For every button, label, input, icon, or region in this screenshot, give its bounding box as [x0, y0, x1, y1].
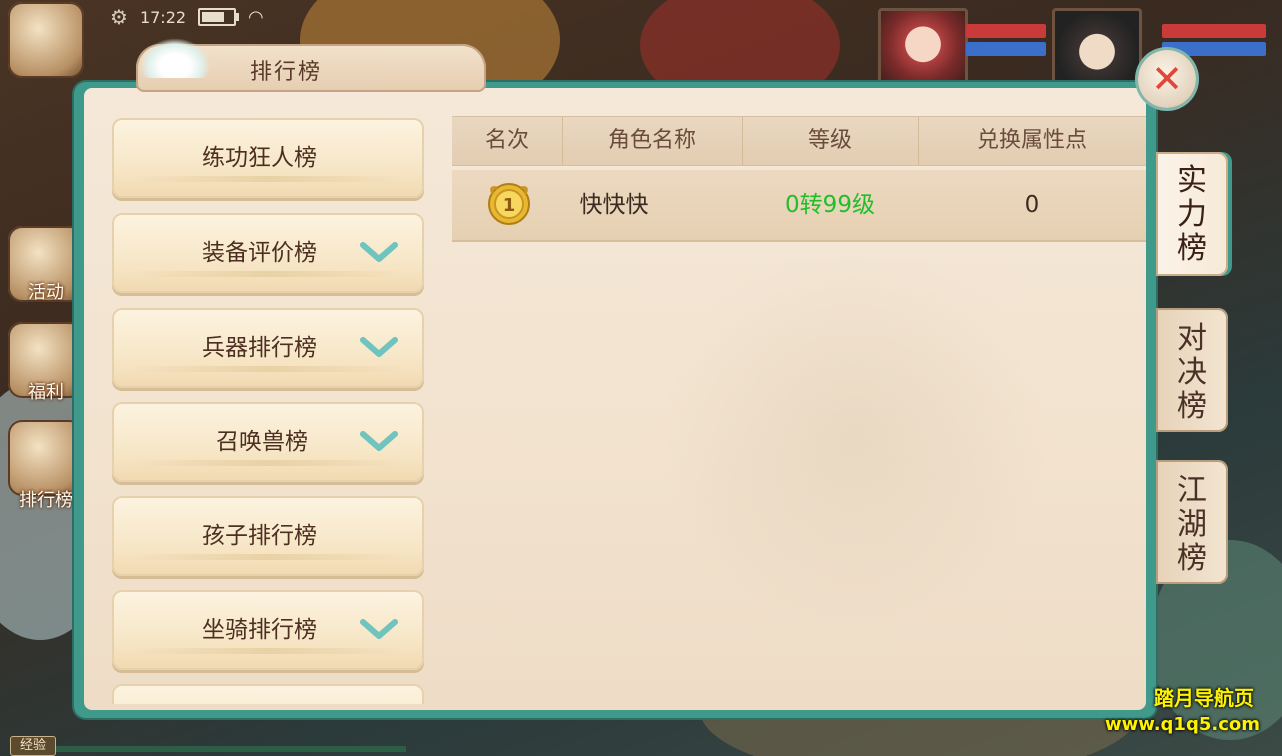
- tab-strength-ranking[interactable]: 实 力 榜: [1156, 152, 1228, 276]
- category-list[interactable]: 练功狂人榜 装备评价榜 兵器排行榜 召唤兽榜 孩子排行榜 坐骑排行榜: [112, 118, 426, 704]
- row-level: 0转99级: [785, 192, 875, 218]
- header-role-name: 角色名称: [607, 128, 696, 153]
- activity-label: 活动: [28, 282, 64, 303]
- watermark-name: 踏月导航页: [1154, 686, 1254, 710]
- tab-duel-ranking[interactable]: 对 决 榜: [1156, 308, 1228, 432]
- status-time: 17:22: [139, 7, 187, 27]
- wifi-icon: ◠: [248, 6, 264, 28]
- ranking-table-header: 名次 角色名称 等级 兑换属性点: [452, 116, 1146, 166]
- row-points: 0: [1024, 192, 1040, 218]
- player-hp-bar: [1162, 24, 1266, 38]
- tab-jianghu-label: 江 湖 榜: [1156, 474, 1228, 576]
- category-label: 兵器排行榜: [202, 335, 317, 361]
- watermark-url: www.q1q5.com: [1104, 714, 1260, 735]
- category-label: 坐骑排行榜: [202, 617, 317, 643]
- gear-icon[interactable]: ⚙: [110, 5, 128, 29]
- close-button[interactable]: ✕: [1138, 50, 1196, 108]
- player-avatar[interactable]: [1052, 8, 1142, 88]
- panel-title: 排行榜: [250, 60, 323, 85]
- teammate-mp-bar: [966, 42, 1046, 56]
- gold-medal-icon: 1: [488, 183, 530, 225]
- row-role-name: 快快快: [579, 192, 649, 218]
- chevron-down-icon: [360, 242, 398, 262]
- tab-char: 榜: [1177, 541, 1207, 576]
- header-points: 兑换属性点: [976, 128, 1087, 153]
- category-label: 孩子排行榜: [202, 523, 317, 549]
- category-button-mount[interactable]: 坐骑排行榜: [112, 590, 424, 670]
- header-level: 等级: [807, 128, 852, 153]
- lotus-icon: [140, 38, 210, 78]
- exp-label: 经验: [10, 736, 56, 756]
- tab-char: 江: [1177, 473, 1207, 508]
- tab-char: 湖: [1177, 507, 1207, 542]
- tab-jianghu-ranking[interactable]: 江 湖 榜: [1156, 460, 1228, 584]
- status-bar: ⚙ 17:22 ◠: [110, 4, 264, 30]
- category-button-equipment[interactable]: 装备评价榜: [112, 213, 424, 293]
- tab-char: 力: [1177, 197, 1207, 232]
- exp-bar: [56, 746, 406, 752]
- medal-rank-text: 1: [503, 195, 516, 216]
- close-icon: ✕: [1151, 57, 1183, 101]
- welfare-label: 福利: [28, 382, 64, 403]
- category-label: 装备评价榜: [202, 240, 317, 266]
- category-button-partial[interactable]: [112, 684, 424, 704]
- tab-char: 实: [1177, 163, 1207, 198]
- table-row[interactable]: 1 快快快 0转99级 0: [452, 170, 1146, 242]
- teammate-avatar[interactable]: [878, 8, 968, 88]
- tab-strength-label: 实 力 榜: [1156, 164, 1228, 266]
- chevron-down-icon: [360, 431, 398, 451]
- tab-char: 榜: [1177, 389, 1207, 424]
- category-button-practice[interactable]: 练功狂人榜: [112, 118, 424, 198]
- chevron-down-icon: [360, 619, 398, 639]
- category-button-weapon[interactable]: 兵器排行榜: [112, 308, 424, 388]
- ranking-label: 排行榜: [19, 490, 73, 511]
- category-label: 练功狂人榜: [202, 145, 317, 171]
- tab-char: 对: [1177, 321, 1207, 356]
- battery-icon: [198, 8, 240, 26]
- chevron-down-icon: [360, 337, 398, 357]
- category-button-summon[interactable]: 召唤兽榜: [112, 402, 424, 482]
- tab-duel-label: 对 决 榜: [1156, 322, 1228, 424]
- map-icon[interactable]: [8, 2, 84, 78]
- teammate-hp-bar: [966, 24, 1046, 38]
- ranking-icon[interactable]: [8, 420, 84, 496]
- tab-char: 榜: [1177, 231, 1207, 266]
- category-button-children[interactable]: 孩子排行榜: [112, 496, 424, 576]
- category-label: 召唤兽榜: [216, 429, 308, 455]
- tab-char: 决: [1177, 355, 1207, 390]
- header-rank: 名次: [484, 128, 529, 153]
